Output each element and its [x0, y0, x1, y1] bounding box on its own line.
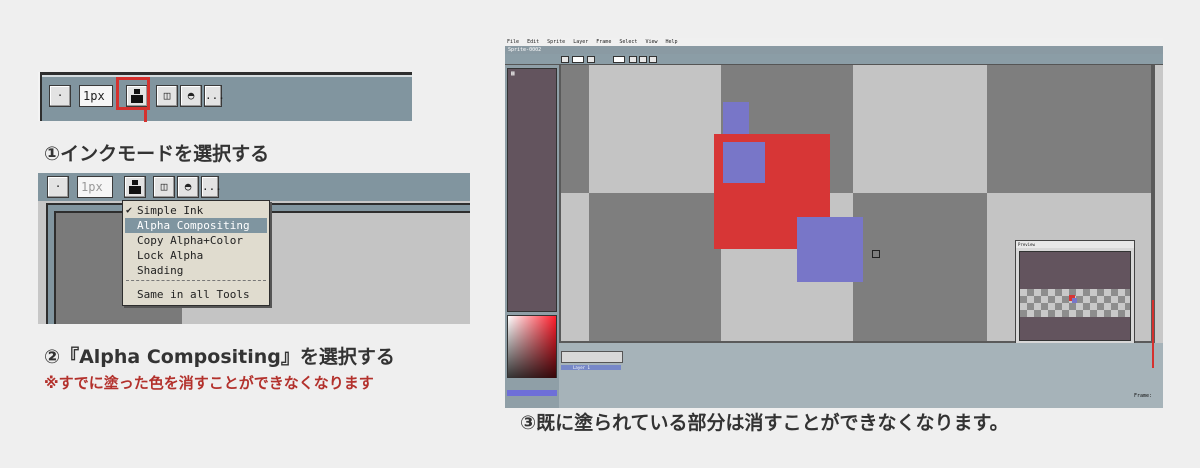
menu-item-lock-alpha[interactable]: Lock Alpha [123, 248, 269, 263]
brush-type-button[interactable] [561, 56, 569, 63]
brush-size-value: 1px [81, 180, 103, 194]
left-panel: ▦ [505, 65, 559, 408]
more-options-label: ... [202, 180, 222, 193]
brush-cursor [872, 250, 880, 258]
caption-step-1: ①インクモードを選択する [44, 143, 270, 165]
paint-blue-inner [723, 142, 765, 183]
more-options-button[interactable] [649, 56, 657, 63]
paint-blue-stroke-top [723, 102, 749, 136]
opacity-field[interactable] [613, 56, 625, 63]
layer-row[interactable]: Layer 1 [561, 365, 621, 370]
menu-select[interactable]: Select [619, 39, 637, 45]
brush-type-label: · [54, 180, 62, 193]
preview-window: Preview [1015, 240, 1135, 344]
brush-size-field[interactable]: 1px [79, 85, 113, 107]
document-tab[interactable]: Sprite-0002 [508, 47, 541, 53]
ink-bottle-icon [129, 180, 141, 194]
timeline-panel: Layer 1 Frame: [559, 343, 1163, 408]
frame-label: Frame: [1134, 393, 1153, 399]
checker-tile [589, 65, 721, 193]
context-toolbar [505, 54, 1163, 65]
menu-item-simple-ink[interactable]: Simple Ink [123, 203, 269, 218]
preview-blue-mark [1072, 298, 1077, 303]
symmetry-horizontal-button[interactable]: ◓ [180, 85, 202, 107]
preview-checkerboard [1020, 289, 1130, 317]
symmetry-horizontal-icon: ◓ [187, 89, 195, 102]
brush-size-field[interactable]: 1px [77, 176, 113, 198]
brush-size-value: 1px [83, 89, 105, 103]
brush-size-field[interactable] [572, 56, 584, 63]
caption-step-3: ③既に塗られている部分は消すことができなくなります。 [520, 412, 1009, 434]
menu-view[interactable]: View [645, 39, 657, 45]
menu-sprite[interactable]: Sprite [547, 39, 565, 45]
brush-type-button[interactable]: · [47, 176, 69, 198]
ink-mode-highlight-box [116, 77, 150, 110]
canvas-edge-marker [1152, 300, 1154, 368]
more-options-button[interactable]: ... [201, 176, 222, 198]
status-color-bar [507, 390, 557, 396]
symmetry-vertical-icon: ◫ [160, 180, 168, 193]
ink-mode-menu-crop: · 1px ◫ ◓ ... Simple Ink Alpha Compositi… [38, 173, 470, 324]
more-options-label: ... [205, 89, 225, 102]
palette-panel: ▦ [507, 68, 557, 312]
app-screenshot: File Edit Sprite Layer Frame Select View… [505, 38, 1163, 408]
symmetry-horizontal-icon: ◓ [184, 180, 192, 193]
toolbar-frame: · 1px ◫ ◓ ... [40, 72, 412, 121]
layer-name: Layer 1 [573, 365, 590, 370]
brush-type-button[interactable]: · [49, 85, 71, 107]
menu-item-shading[interactable]: Shading [123, 263, 269, 278]
preview-canvas [1019, 251, 1131, 341]
menu-layer[interactable]: Layer [573, 39, 588, 45]
menu-help[interactable]: Help [666, 39, 678, 45]
more-options-button[interactable]: ... [204, 85, 225, 107]
symmetry-vertical-button[interactable]: ◫ [156, 85, 178, 107]
checker-tile [853, 65, 987, 193]
symmetry-vertical-icon: ◫ [163, 89, 171, 102]
menu-separator [126, 280, 266, 285]
symmetry-vertical-button[interactable]: ◫ [153, 176, 175, 198]
brush-type-label: · [56, 89, 64, 102]
palette-options-icon[interactable]: ▦ [511, 70, 515, 77]
status-area [505, 378, 559, 408]
paint-blue-square [797, 217, 863, 282]
document-tab-bar: Sprite-0002 [505, 46, 1163, 54]
menu-item-copy-alpha-color[interactable]: Copy Alpha+Color [123, 233, 269, 248]
menu-edit[interactable]: Edit [527, 39, 539, 45]
ink-mode-highlight-pointer [144, 108, 147, 122]
symmetry-vertical-button[interactable] [629, 56, 637, 63]
menu-item-alpha-compositing[interactable]: Alpha Compositing [125, 218, 267, 233]
caption-step-2: ②『Alpha Compositing』を選択する [44, 346, 395, 368]
menu-item-same-in-all-tools[interactable]: Same in all Tools [123, 287, 269, 302]
warning-note: ※すでに塗った色を消すことができなくなります [44, 374, 374, 392]
ink-mode-button[interactable] [124, 176, 146, 198]
checker-tile [561, 65, 589, 193]
preview-title: Preview [1016, 241, 1134, 248]
toolbar-strip: · 1px ◫ ◓ ... [38, 173, 470, 201]
checker-tile [987, 65, 1151, 193]
menu-frame[interactable]: Frame [596, 39, 611, 45]
ink-mode-dropdown-menu: Simple Ink Alpha Compositing Copy Alpha+… [122, 200, 270, 306]
app-menubar: File Edit Sprite Layer Frame Select View… [505, 38, 1163, 46]
symmetry-horizontal-button[interactable] [639, 56, 647, 63]
timeline-controls[interactable] [561, 351, 623, 363]
symmetry-horizontal-button[interactable]: ◓ [177, 176, 199, 198]
ink-mode-button[interactable] [587, 56, 595, 63]
menu-file[interactable]: File [507, 39, 519, 45]
ink-mode-toolbar-crop: · 1px ◫ ◓ ... [38, 72, 412, 121]
